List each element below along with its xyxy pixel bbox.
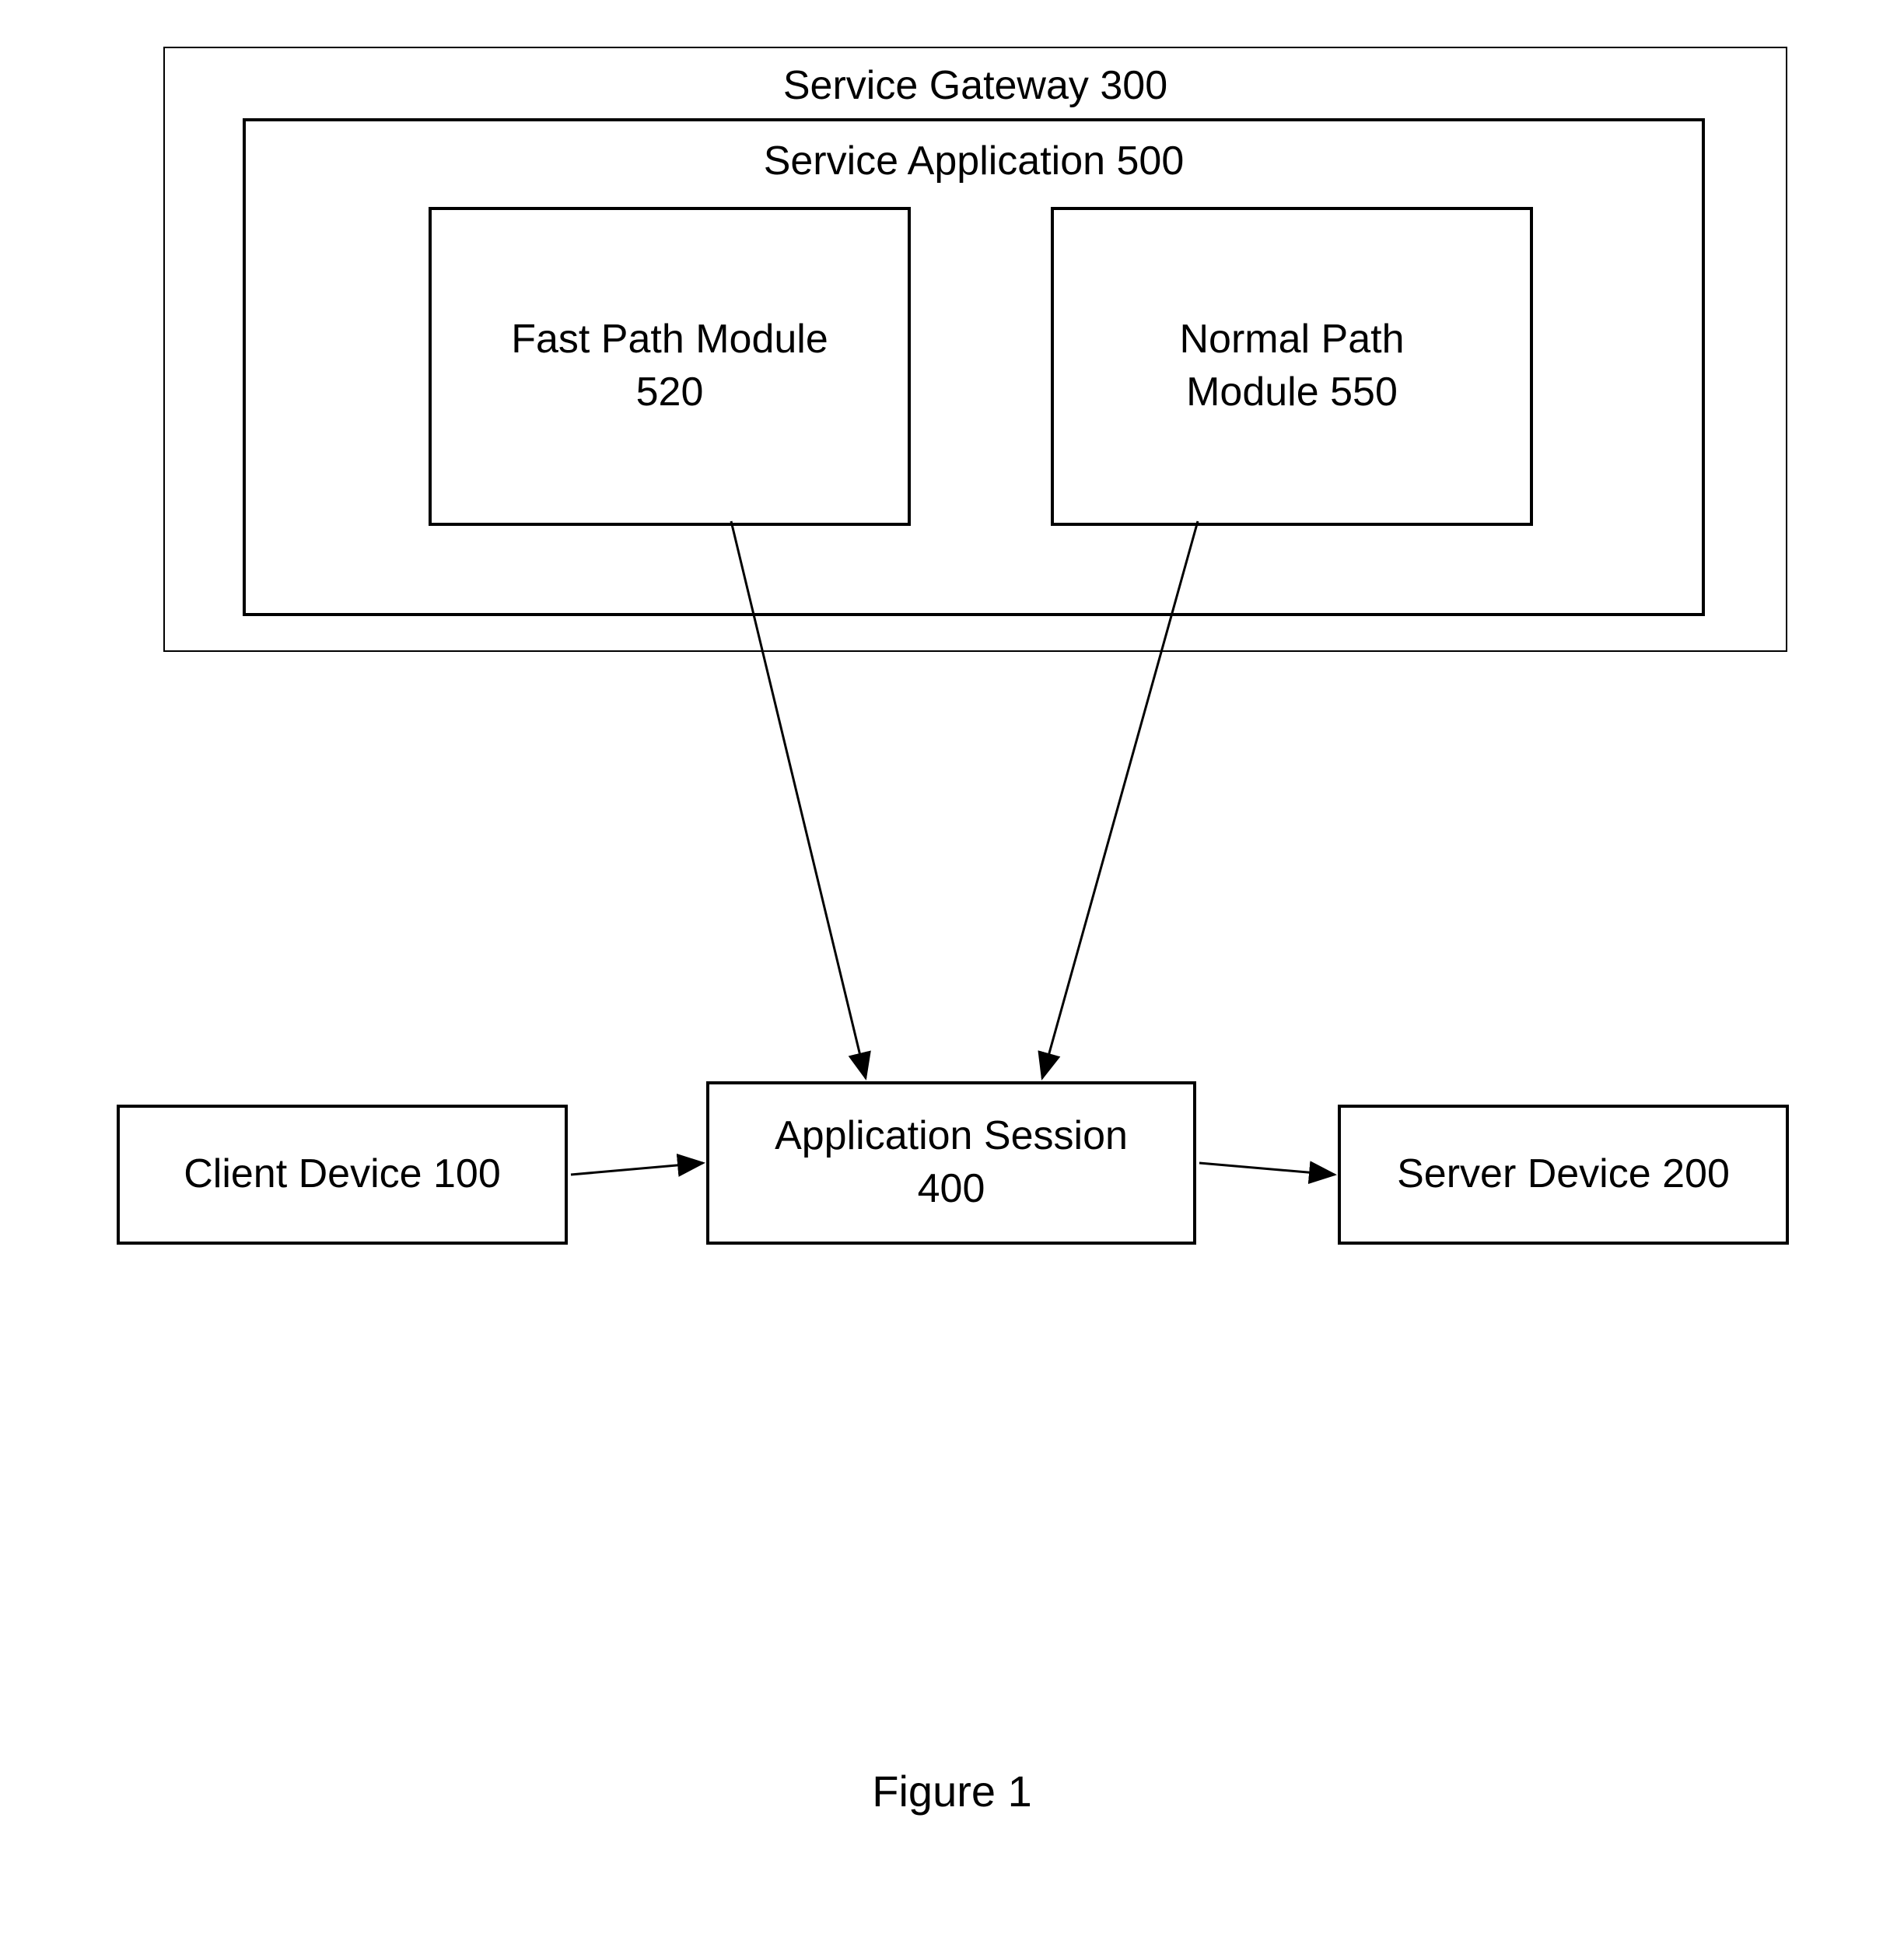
arrow-client-to-session — [571, 1163, 703, 1175]
service-application-box: Service Application 500 Fast Path Module… — [243, 118, 1705, 616]
normal-path-module-box: Normal Path Module 550 — [1051, 207, 1533, 526]
service-gateway-box: Service Gateway 300 Service Application … — [163, 47, 1787, 652]
fast-path-module-label: Fast Path Module 520 — [511, 313, 828, 419]
arrow-session-to-server — [1199, 1163, 1335, 1175]
server-device-label: Server Device 200 — [1397, 1148, 1730, 1201]
diagram-canvas: Service Gateway 300 Service Application … — [0, 0, 1904, 1951]
service-gateway-title: Service Gateway 300 — [165, 62, 1786, 109]
application-session-label: Application Session 400 — [775, 1110, 1128, 1215]
application-session-box: Application Session 400 — [706, 1081, 1196, 1245]
service-application-title: Service Application 500 — [246, 135, 1702, 188]
client-device-box: Client Device 100 — [117, 1105, 568, 1245]
client-device-label: Client Device 100 — [184, 1148, 501, 1201]
fast-path-module-box: Fast Path Module 520 — [429, 207, 911, 526]
server-device-box: Server Device 200 — [1338, 1105, 1789, 1245]
figure-caption: Figure 1 — [0, 1766, 1904, 1816]
normal-path-module-label: Normal Path Module 550 — [1180, 313, 1405, 419]
